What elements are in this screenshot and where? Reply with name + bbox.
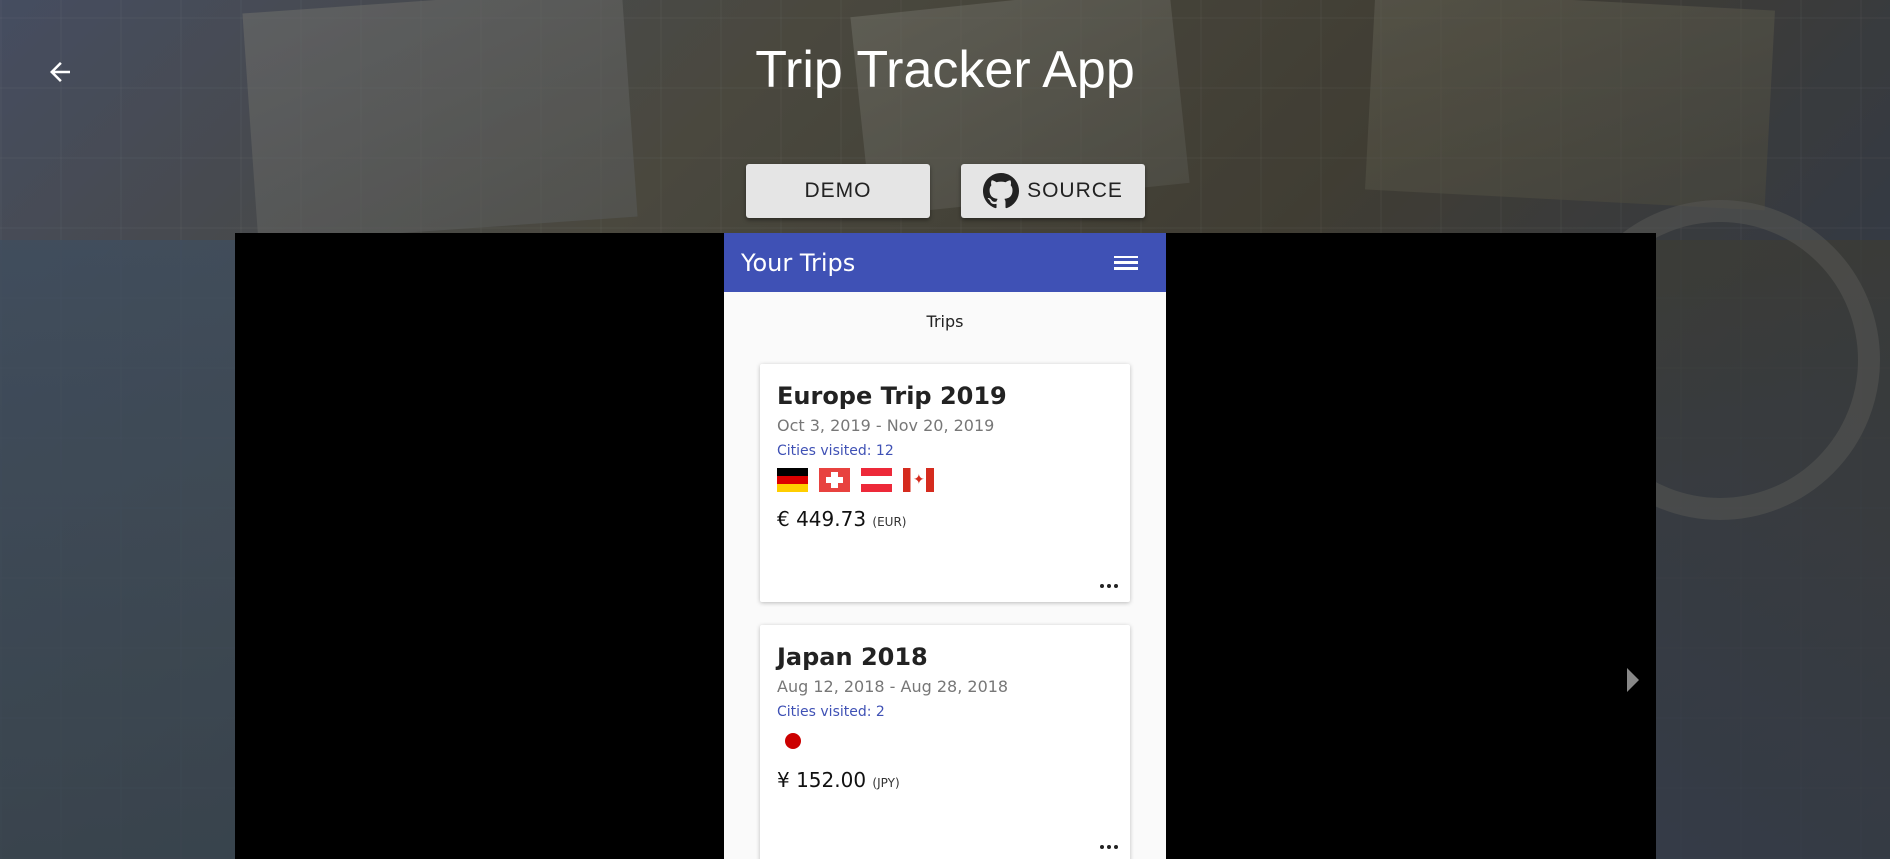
trip-currency: (JPY): [872, 776, 900, 790]
trip-amount: ¥ 152.00 (JPY): [777, 768, 1113, 792]
source-button[interactable]: SOURCE: [961, 164, 1145, 218]
trip-title: Europe Trip 2019: [777, 382, 1007, 410]
demo-button[interactable]: DEMO: [746, 164, 930, 218]
trip-currency: (EUR): [872, 515, 907, 529]
more-options-icon[interactable]: [1100, 584, 1118, 588]
github-icon: [983, 173, 1020, 209]
trip-cities: Cities visited: 2: [777, 704, 885, 720]
austria-flag-icon: [861, 468, 892, 492]
app-bar: Your Trips: [724, 233, 1166, 292]
trip-title: Japan 2018: [777, 643, 928, 671]
page-title: Trip Tracker App: [755, 41, 1135, 99]
trip-dates: Oct 3, 2019 - Nov 20, 2019: [777, 416, 995, 435]
trip-dates: Aug 12, 2018 - Aug 28, 2018: [777, 677, 1009, 696]
more-options-icon[interactable]: [1100, 845, 1118, 849]
trip-amount-value: ¥ 152.00: [777, 768, 867, 792]
trip-card[interactable]: Japan 2018 Aug 12, 2018 - Aug 28, 2018 C…: [760, 625, 1130, 859]
trip-amount: € 449.73 (EUR): [777, 507, 1113, 531]
canada-flag-icon: ✦: [903, 468, 934, 492]
trip-card[interactable]: Europe Trip 2019 Oct 3, 2019 - Nov 20, 2…: [760, 364, 1130, 602]
section-label: Trips: [926, 312, 964, 331]
japan-flag-icon: [785, 733, 801, 749]
switzerland-flag-icon: [819, 468, 850, 492]
germany-flag-icon: [777, 468, 808, 492]
trip-amount-value: € 449.73: [777, 507, 867, 531]
app-preview: Your Trips Trips Europe Trip 2019 Oct 3,…: [724, 233, 1166, 859]
trip-flags: [777, 728, 1113, 754]
trip-flags: ✦: [777, 467, 1113, 493]
next-slide-arrow-icon[interactable]: [1627, 668, 1639, 692]
trip-cities: Cities visited: 12: [777, 443, 894, 459]
source-button-label: SOURCE: [1027, 179, 1123, 202]
app-bar-title: Your Trips: [741, 248, 856, 277]
menu-icon[interactable]: [1114, 253, 1138, 273]
